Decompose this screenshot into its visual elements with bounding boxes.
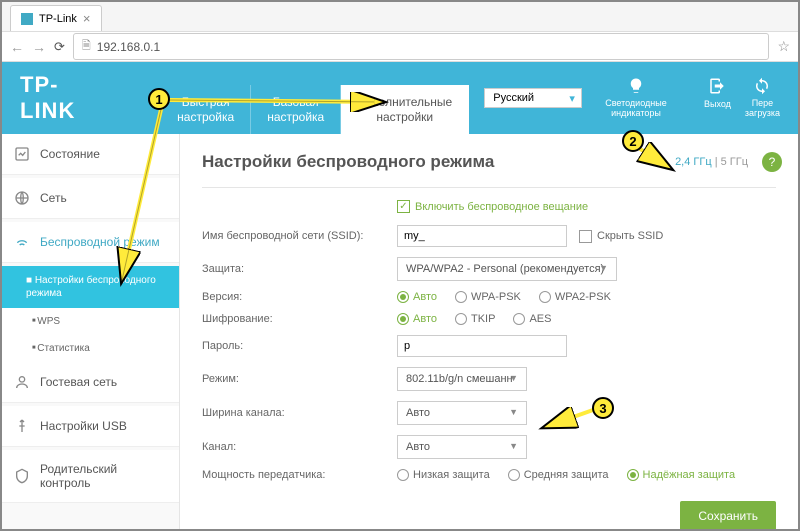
encryption-tkip-radio[interactable]: TKIP [455,313,495,325]
sidebar-item-usb[interactable]: Настройки USB [2,406,179,447]
content-area: Состояние Сеть Беспроводной режим ■ Наст… [2,134,798,529]
guest-icon [14,374,30,390]
sidebar-item-wireless[interactable]: Беспроводной режим [2,222,179,263]
freq-24ghz[interactable]: 2,4 ГГц [675,156,712,168]
back-icon[interactable]: ← [10,39,24,55]
tab-title: TP-Link [39,13,77,25]
label-password: Пароль: [202,340,397,352]
sidebar-sub-stats[interactable]: Статистика [2,335,179,362]
main-nav: Быстрая настройка Базовая настройка Допо… [161,85,469,134]
address-bar: ← → ⟳ 🗎 192.168.0.1 ☆ [2,32,798,62]
version-wpa2-radio[interactable]: WPA2-PSK [539,291,611,303]
tab-quick-setup[interactable]: Быстрая настройка [161,85,251,134]
sidebar-sub-wps[interactable]: WPS [2,308,179,335]
version-auto-radio[interactable]: Авто [397,291,437,303]
header-actions: Светодиодные индикаторы Выход Пере загру… [582,77,780,119]
security-select[interactable]: WPA/WPA2 - Personal (рекомендуется) [397,257,617,281]
sidebar: Состояние Сеть Беспроводной режим ■ Наст… [2,134,180,529]
ssid-input[interactable] [397,225,567,247]
globe-icon [14,190,30,206]
sidebar-item-parental[interactable]: Родительский контроль [2,450,179,503]
page-icon: 🗎 [82,37,91,56]
reboot-button[interactable]: Пере загрузка [745,77,780,119]
width-select[interactable]: Авто [397,401,527,425]
label-channel: Канал: [202,441,397,453]
label-security: Защита: [202,263,397,275]
divider [202,187,776,188]
logo: TP-LINK [20,72,111,124]
logout-icon [707,77,727,95]
led-button[interactable]: Светодиодные индикаторы [582,77,690,119]
channel-select[interactable]: Авто [397,435,527,459]
password-input[interactable] [397,335,567,357]
favicon [21,13,33,25]
usb-icon [14,418,30,434]
label-width: Ширина канала: [202,407,397,419]
help-button[interactable]: ? [762,152,782,172]
txpower-high-radio[interactable]: Надёжная защита [627,469,736,481]
encryption-aes-radio[interactable]: AES [513,313,551,325]
freq-5ghz[interactable]: 5 ГГц [721,156,748,168]
bookmark-icon[interactable]: ☆ [777,38,790,55]
mode-select[interactable]: 802.11b/g/n смешанн [397,367,527,391]
version-wpa-radio[interactable]: WPA-PSK [455,291,521,303]
checkbox-icon [579,230,592,243]
sidebar-item-network[interactable]: Сеть [2,178,179,219]
hide-ssid-checkbox[interactable]: Скрыть SSID [579,230,663,243]
language-select[interactable]: Русский [484,88,582,108]
enable-wireless-checkbox[interactable]: Включить беспроводное вещание [397,200,776,213]
txpower-low-radio[interactable]: Низкая защита [397,469,490,481]
frequency-switch: 2,4 ГГц | 5 ГГц [675,156,748,168]
main-panel: 2,4 ГГц | 5 ГГц ? Настройки беспроводног… [180,134,798,529]
browser-tab[interactable]: TP-Link × [10,5,102,31]
close-tab-icon[interactable]: × [83,11,91,26]
sidebar-item-status[interactable]: Состояние [2,134,179,175]
tab-basic-setup[interactable]: Базовая настройка [251,85,341,134]
tab-advanced-setup[interactable]: Дополнительные настройки [341,85,469,134]
forward-icon: → [32,39,46,55]
logout-button[interactable]: Выход [704,77,731,119]
encryption-auto-radio[interactable]: Авто [397,313,437,325]
label-mode: Режим: [202,373,397,385]
checkbox-icon [397,200,410,213]
url-text: 192.168.0.1 [97,40,160,54]
url-input[interactable]: 🗎 192.168.0.1 [73,33,770,60]
browser-tab-bar: TP-Link × [2,2,798,32]
app-header: TP-LINK Быстрая настройка Базовая настро… [2,62,798,134]
bulb-icon [626,77,646,95]
status-icon [14,146,30,162]
label-ssid: Имя беспроводной сети (SSID): [202,230,397,242]
label-txpower: Мощность передатчика: [202,469,397,481]
wifi-icon [14,234,30,250]
save-button[interactable]: Сохранить [680,501,776,529]
label-version: Версия: [202,291,397,303]
shield-icon [14,468,30,484]
reboot-icon [752,77,772,95]
reload-icon[interactable]: ⟳ [54,39,65,55]
sidebar-sub-wireless-settings[interactable]: ■ Настройки беспроводного режима [2,266,179,308]
txpower-medium-radio[interactable]: Средняя защита [508,469,609,481]
sidebar-item-guest[interactable]: Гостевая сеть [2,362,179,403]
label-encryption: Шифрование: [202,313,397,325]
